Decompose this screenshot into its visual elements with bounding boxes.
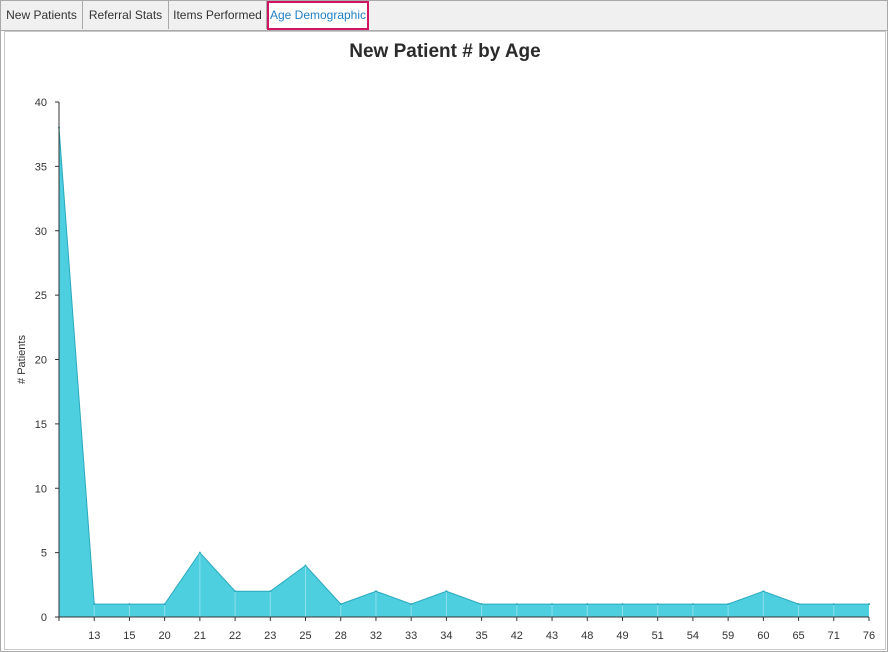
data-point [374, 590, 377, 593]
y-axis-label: # Patients [16, 335, 28, 384]
data-point [304, 564, 307, 567]
data-point [727, 603, 730, 606]
data-point [410, 603, 413, 606]
y-tick-label: 15 [35, 419, 47, 431]
x-tick-label: 15 [123, 630, 135, 642]
x-tick-label: 28 [335, 630, 347, 642]
y-tick-label: 0 [41, 612, 47, 624]
x-tick-label: 21 [194, 630, 206, 642]
y-tick-label: 30 [35, 226, 47, 238]
data-point [234, 590, 237, 593]
x-tick-label: 32 [370, 630, 382, 642]
y-tick-label: 20 [35, 355, 47, 367]
y-tick-label: 25 [35, 290, 47, 302]
data-point [269, 590, 272, 593]
x-tick-label: 13 [88, 630, 100, 642]
x-tick-label: 22 [229, 630, 241, 642]
x-tick-label: 23 [264, 630, 276, 642]
x-tick-label: 34 [440, 630, 452, 642]
data-point [586, 603, 589, 606]
data-point [551, 603, 554, 606]
x-tick-label: 35 [475, 630, 487, 642]
x-tick-label: 48 [581, 630, 593, 642]
data-point [128, 603, 131, 606]
x-tick-label: 59 [722, 630, 734, 642]
data-point [762, 590, 765, 593]
y-tick-label: 35 [35, 161, 47, 173]
data-point [480, 603, 483, 606]
data-point [868, 603, 870, 606]
data-point [656, 603, 659, 606]
data-point [621, 603, 624, 606]
data-point [93, 603, 96, 606]
data-point [691, 603, 694, 606]
x-tick-label: 43 [546, 630, 558, 642]
x-tick-label: 71 [828, 630, 840, 642]
x-tick-label: 42 [511, 630, 523, 642]
data-point [339, 603, 342, 606]
series-line [58, 127, 869, 605]
data-point [832, 603, 835, 606]
report-window: New Patients Referral Stats Items Perfor… [0, 0, 888, 652]
x-tick-label: 51 [652, 630, 664, 642]
y-tick-label: 10 [35, 483, 47, 495]
x-tick-label: 65 [792, 630, 804, 642]
x-tick-label: 33 [405, 630, 417, 642]
series-area [59, 127, 869, 617]
data-point [198, 551, 201, 554]
x-tick-label: 25 [299, 630, 311, 642]
x-tick-label: 60 [757, 630, 769, 642]
data-point [797, 603, 800, 606]
age-area-chart: 0 5 10 15 20 25 30 35 40 13 15 20 21 22 23 25 28 32 33 34 35… [16, 97, 875, 642]
data-point [515, 603, 518, 606]
x-tick-label: 20 [159, 630, 171, 642]
y-tick-label: 40 [35, 97, 47, 109]
x-tick-label: 54 [687, 630, 699, 642]
x-tick-label: 49 [616, 630, 628, 642]
data-point [445, 590, 448, 593]
y-tick-label: 5 [41, 548, 47, 560]
x-tick-label: 76 [863, 630, 875, 642]
data-point [163, 603, 166, 606]
